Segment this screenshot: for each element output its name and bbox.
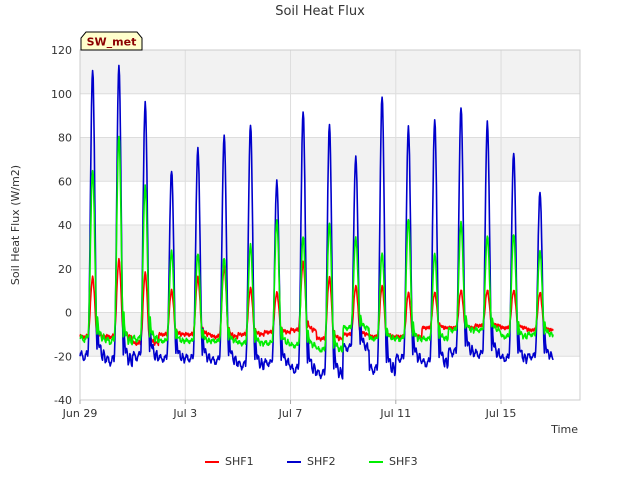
soil-heat-flux-chart: Soil Heat Flux -40 -20 0 20 40 60 80 100 120 Jun… [9, 4, 581, 468]
chart-title: Soil Heat Flux [275, 4, 365, 19]
y-tick-label: 20 [58, 263, 72, 276]
legend-label-shf1: SHF1 [225, 455, 254, 468]
legend-label-shf2: SHF2 [307, 455, 336, 468]
y-tick-label: 40 [58, 219, 72, 232]
x-tick-label: Jul 3 [172, 407, 197, 420]
y-tick-label: -20 [54, 350, 72, 363]
background-band [80, 312, 580, 357]
x-tick-label: Jul 11 [379, 407, 411, 420]
y-axis-ticks: -40 -20 0 20 40 60 80 100 120 [51, 44, 72, 407]
y-tick-label: 120 [51, 44, 72, 57]
background-band [80, 50, 580, 94]
y-axis-label: Soil Heat Flux (W/m2) [9, 165, 22, 285]
legend-label-shf3: SHF3 [389, 455, 418, 468]
y-tick-label: -40 [54, 394, 72, 407]
y-tick-label: 100 [51, 88, 72, 101]
y-tick-label: 80 [58, 132, 72, 145]
x-tick-label: Jul 7 [278, 407, 303, 420]
station-badge-label: SW_met [87, 36, 137, 49]
station-badge: SW_met [80, 31, 143, 51]
x-tick-label: Jun 29 [62, 407, 98, 420]
y-tick-label: 0 [65, 307, 72, 320]
x-tick-label: Jul 15 [485, 407, 517, 420]
x-axis-ticks: Jun 29 Jul 3 Jul 7 Jul 11 Jul 15 [62, 400, 517, 420]
y-tick-label: 60 [58, 175, 72, 188]
x-axis-label: Time [550, 423, 578, 436]
plot-background-bands [80, 50, 580, 357]
legend: SHF1 SHF2 SHF3 [205, 455, 418, 468]
